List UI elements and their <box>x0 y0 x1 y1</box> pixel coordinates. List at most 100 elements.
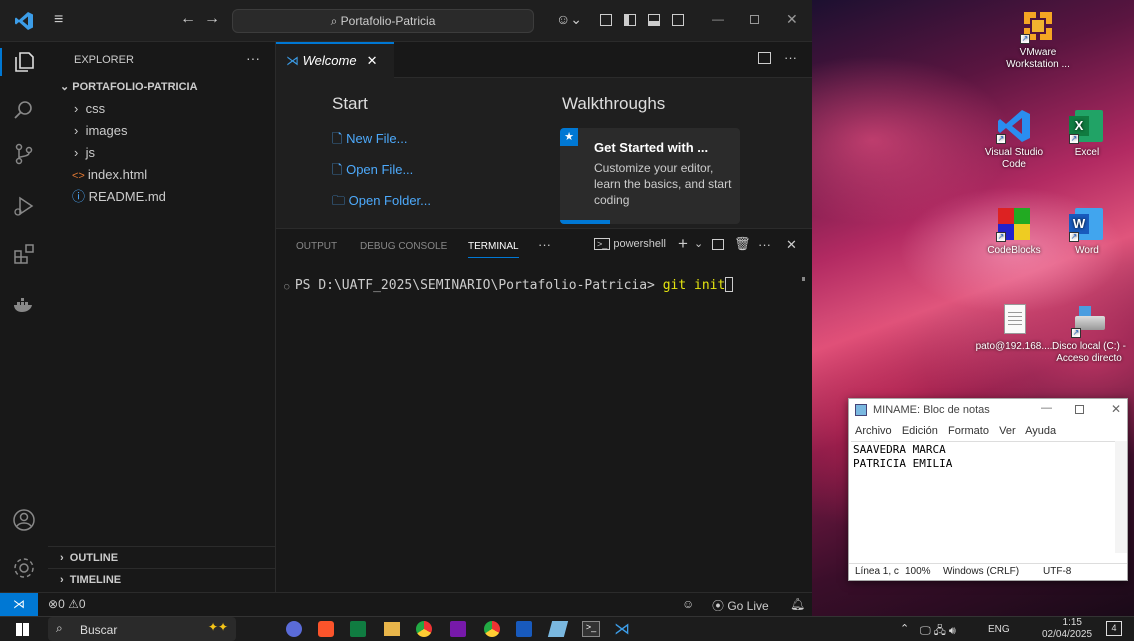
tray-icons[interactable]: 🖵🖧🔊︎ <box>920 622 959 641</box>
desktop-icon-word[interactable]: W ↗ Word <box>1052 206 1122 257</box>
word-taskbar-icon[interactable] <box>516 621 532 637</box>
toggle-sidebar-icon[interactable] <box>624 14 636 26</box>
terminal-taskbar-icon[interactable]: >_ <box>582 621 600 637</box>
problems-indicator[interactable]: ⊗0 ⚠0 <box>48 597 86 611</box>
taskbar-search[interactable]: ⌕ Buscar ✦✦ <box>48 617 236 641</box>
menu-archivo[interactable]: Archivo <box>855 425 892 437</box>
project-folder[interactable]: ⌄ PORTAFOLIO-PATRICIA <box>48 78 276 96</box>
copilot-status-icon[interactable]: ☺ <box>682 597 694 611</box>
tab-output[interactable]: OUTPUT <box>296 241 337 252</box>
terminal-output[interactable]: ○ PS D:\UATF_2025\SEMINARIO\Portafolio-P… <box>284 277 734 293</box>
new-terminal-icon[interactable]: + <box>678 234 688 254</box>
source-control-icon[interactable] <box>12 142 36 166</box>
tree-item-images[interactable]: › images <box>48 120 276 142</box>
notepad-maximize-icon[interactable] <box>1075 405 1084 414</box>
chevron-down-icon[interactable]: ⌄ <box>694 237 703 250</box>
editor-more-icon[interactable]: ··· <box>784 50 797 65</box>
excel-taskbar-icon[interactable] <box>350 621 366 637</box>
onenote-icon[interactable] <box>450 621 466 637</box>
app-r-icon[interactable] <box>286 621 302 637</box>
trash-icon[interactable]: 🗑 <box>734 236 751 252</box>
tree-item-index-html[interactable]: <> index.html <box>48 164 276 186</box>
toggle-panel-icon[interactable] <box>648 14 660 26</box>
chrome-profile-icon[interactable] <box>484 621 500 637</box>
vscode-taskbar-icon[interactable]: ⋊ <box>614 619 630 639</box>
menu-ver[interactable]: Ver <box>999 425 1016 437</box>
vmware-icon: ↗ <box>1020 8 1056 44</box>
remote-indicator-icon[interactable]: ⋊ <box>0 593 38 616</box>
notification-center-icon[interactable]: 4 <box>1106 621 1122 636</box>
tab-terminal[interactable]: TERMINAL <box>468 241 519 258</box>
run-debug-icon[interactable] <box>12 194 36 218</box>
maximize-icon[interactable] <box>750 15 759 24</box>
folder-icon: 🗀 <box>332 193 349 208</box>
open-folder-link[interactable]: 🗀 Open Folder... <box>332 192 431 214</box>
open-file-icon: 🗋 <box>332 162 347 177</box>
windows-start-icon[interactable] <box>16 623 29 636</box>
desktop-icon-vmware[interactable]: ↗ VMware Workstation ... <box>998 8 1078 71</box>
notepad-minimize-icon[interactable]: — <box>1041 402 1052 414</box>
toggle-secondary-sidebar-icon[interactable] <box>672 14 684 26</box>
tree-item-js[interactable]: › js <box>48 142 276 164</box>
clock[interactable]: 1:15 02/04/2025 <box>1042 617 1092 641</box>
icon-label: CodeBlocks <box>987 245 1041 256</box>
outline-section[interactable]: › OUTLINE <box>48 546 276 568</box>
menu-formato[interactable]: Formato <box>948 425 989 437</box>
close-tab-icon[interactable]: ✕ <box>367 53 378 68</box>
notepad-close-icon[interactable]: ✕ <box>1111 402 1121 416</box>
split-terminal-icon[interactable] <box>712 239 724 250</box>
settings-gear-icon[interactable] <box>12 556 36 580</box>
chevron-right-icon: › <box>60 574 70 586</box>
minimize-icon[interactable]: — <box>712 12 724 26</box>
file-explorer-icon[interactable] <box>384 622 400 636</box>
split-editor-icon[interactable] <box>758 52 771 64</box>
desktop-icon-excel[interactable]: X ↗ Excel <box>1052 108 1122 159</box>
codeblocks-icon: ↗ <box>996 206 1032 242</box>
language-indicator[interactable]: ENG <box>988 624 1010 635</box>
brave-icon[interactable] <box>318 621 334 637</box>
menu-icon[interactable]: ≡ <box>54 12 63 28</box>
customize-layout-icon[interactable] <box>600 14 612 26</box>
tray-chevron-icon[interactable]: ⌃ <box>900 622 909 635</box>
desktop-icon-vscode[interactable]: ↗ Visual Studio Code <box>974 108 1054 171</box>
tab-debug-console[interactable]: DEBUG CONSOLE <box>360 241 447 252</box>
panel-more-icon[interactable]: ··· <box>538 237 551 252</box>
notepad-text-area[interactable]: SAAVEDRA MARCA PATRICIA EMILIA <box>851 441 1115 553</box>
forward-arrow-icon[interactable]: → <box>204 10 220 28</box>
notifications-bell-icon[interactable]: 🔔︎ <box>790 597 805 611</box>
docker-icon[interactable] <box>12 292 36 316</box>
menu-ayuda[interactable]: Ayuda <box>1025 425 1056 437</box>
back-arrow-icon[interactable]: ← <box>180 10 196 28</box>
tab-welcome[interactable]: ⋊ Welcome ✕ <box>276 42 394 78</box>
notepad-scrollbar[interactable] <box>1115 441 1127 553</box>
command-center-search[interactable]: ⌕ Portafolio-Patricia <box>232 9 534 33</box>
vscode-tab-icon: ⋊ <box>286 53 303 68</box>
tree-item-css[interactable]: › css <box>48 98 276 120</box>
excel-icon: X ↗ <box>1069 108 1105 144</box>
close-panel-icon[interactable]: ✕ <box>786 237 797 253</box>
taskbar: ⌕ Buscar ✦✦ >_ ⋊ ⌃ 🖵🖧🔊︎ ENG 1:15 02/04/2… <box>0 616 1134 641</box>
account-icon[interactable] <box>12 508 36 532</box>
copilot-icon[interactable]: ☺⌄ <box>556 11 582 28</box>
timeline-section[interactable]: › TIMELINE <box>48 568 276 590</box>
tree-item-readme[interactable]: ⓘ README.md <box>48 186 276 208</box>
explorer-icon[interactable] <box>12 50 36 74</box>
search-icon[interactable] <box>12 98 36 122</box>
desktop-icon-codeblocks[interactable]: ↗ CodeBlocks <box>974 206 1054 257</box>
progress-bar <box>560 220 610 224</box>
panel-actions-icon[interactable]: ··· <box>758 237 771 252</box>
menu-edicion[interactable]: Edición <box>902 425 938 437</box>
open-file-link[interactable]: 🗋 Open File... <box>332 161 413 183</box>
get-started-card[interactable]: ★ Get Started with ... Customize your ed… <box>560 128 740 224</box>
extensions-icon[interactable] <box>12 242 36 266</box>
go-live-button[interactable]: ⦿ Go Live <box>712 597 769 614</box>
new-file-link[interactable]: 🗋 New File... <box>332 130 407 152</box>
close-window-icon[interactable]: ✕ <box>786 11 798 28</box>
desktop-icon-pato[interactable]: pato@192.168.... <box>974 302 1054 353</box>
terminal-profile[interactable]: >_ powershell <box>594 238 666 250</box>
notepad-taskbar-icon[interactable] <box>547 621 569 637</box>
scrollbar[interactable] <box>802 277 805 281</box>
desktop-icon-disco-local[interactable]: ↗ Disco local (C:) - Acceso directo <box>1052 302 1126 365</box>
chrome-icon[interactable] <box>416 621 432 637</box>
more-actions-icon[interactable]: ··· <box>246 50 260 66</box>
